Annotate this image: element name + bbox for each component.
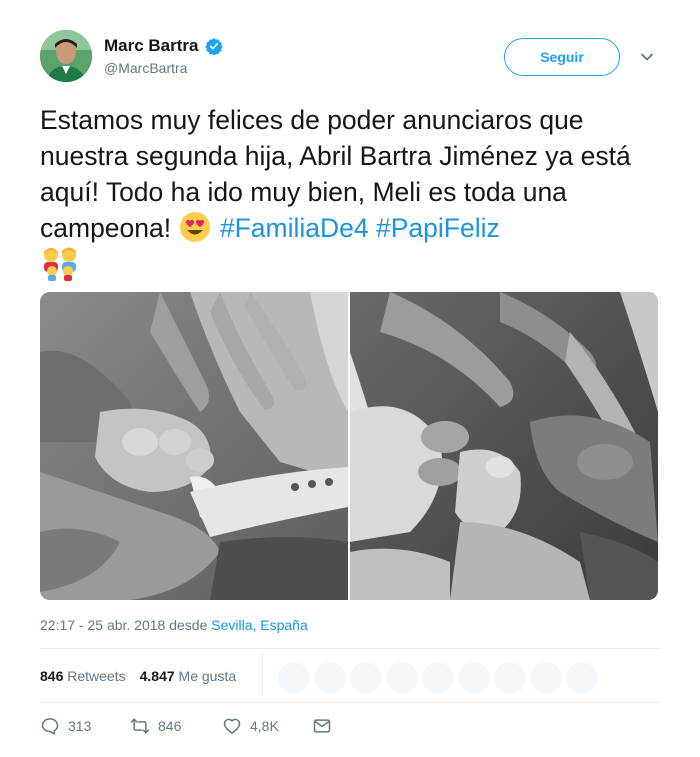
like-icon (222, 716, 242, 736)
liker-avatar[interactable] (386, 662, 418, 694)
user-handle[interactable]: @MarcBartra (104, 60, 223, 76)
reply-count: 313 (68, 718, 92, 734)
tweet-timestamp: 22:17 - 25 abr. 2018 desde Sevilla, Espa… (40, 617, 308, 633)
reply-icon (40, 716, 60, 736)
display-name[interactable]: Marc Bartra (104, 36, 199, 56)
liker-avatars (278, 662, 598, 694)
likes-count: 4.847 (139, 668, 175, 684)
retweet-count: 846 (158, 718, 182, 734)
likes-stat[interactable]: 4.847 Me gusta (140, 668, 237, 684)
family-emoji-icon (40, 246, 80, 282)
likes-label: Me gusta (178, 668, 237, 684)
user-names: Marc Bartra @MarcBartra (104, 36, 223, 76)
reply-button[interactable]: 313 (40, 716, 130, 736)
heart-eyes-emoji-icon (178, 210, 212, 244)
retweet-icon (130, 716, 150, 736)
stats-separator (262, 652, 263, 696)
message-button[interactable] (312, 716, 332, 736)
photo-left[interactable] (40, 292, 348, 600)
retweet-button[interactable]: 846 (130, 716, 222, 736)
liker-avatar[interactable] (458, 662, 490, 694)
hashtag-familiade4[interactable]: #FamiliaDe4 (220, 213, 369, 243)
tweet-stats: 846 Retweets 4.847 Me gusta (40, 656, 236, 696)
liker-avatar[interactable] (314, 662, 346, 694)
photo-right[interactable] (350, 292, 658, 600)
timestamp-time[interactable]: 22:17 - 25 abr. 2018 desde (40, 617, 211, 633)
tweet-text: Estamos muy felices de poder anunciaros … (40, 102, 660, 283)
name-row: Marc Bartra (104, 36, 223, 56)
liker-avatar[interactable] (422, 662, 454, 694)
divider-bottom (40, 702, 660, 703)
liker-avatar[interactable] (494, 662, 526, 694)
divider-top (40, 648, 660, 649)
liker-avatar[interactable] (350, 662, 382, 694)
retweets-stat[interactable]: 846 Retweets (40, 668, 126, 684)
hashtag-papifeliz[interactable]: #PapiFeliz (376, 213, 500, 243)
message-icon (312, 716, 332, 736)
liker-avatar[interactable] (566, 662, 598, 694)
avatar[interactable] (40, 30, 92, 82)
liker-avatar[interactable] (530, 662, 562, 694)
retweets-label: Retweets (67, 668, 126, 684)
liker-avatar[interactable] (278, 662, 310, 694)
follow-button[interactable]: Seguir (504, 38, 620, 76)
media-grid (40, 292, 658, 600)
chevron-down-icon[interactable] (638, 48, 656, 66)
timestamp-location[interactable]: Sevilla, España (211, 617, 308, 633)
verified-badge-icon (204, 37, 223, 56)
tweet-actions: 313 846 4,8K (40, 716, 332, 736)
tweet-header: Marc Bartra @MarcBartra Seguir (40, 30, 660, 90)
like-count: 4,8K (250, 718, 279, 734)
like-button[interactable]: 4,8K (222, 716, 312, 736)
retweets-count: 846 (40, 668, 64, 684)
